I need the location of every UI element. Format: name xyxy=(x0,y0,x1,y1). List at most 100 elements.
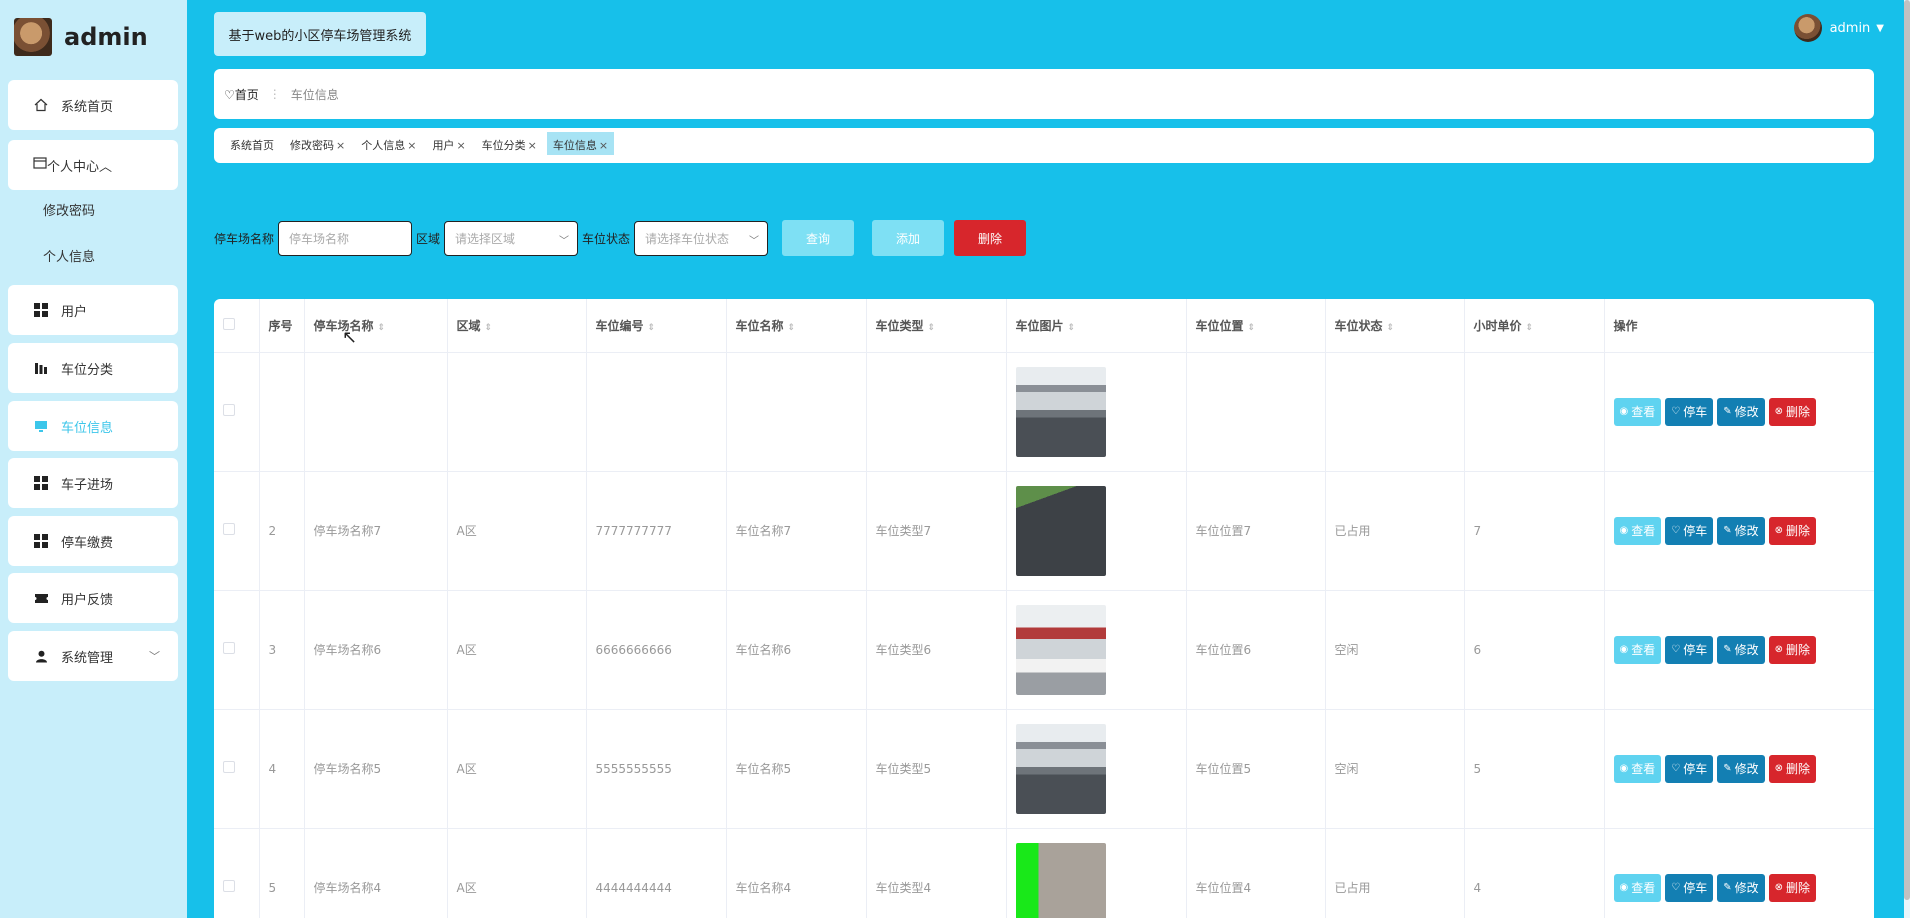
row-select-cell[interactable] xyxy=(214,590,260,710)
row-select-cell[interactable] xyxy=(214,471,260,591)
tab-password[interactable]: 修改密码 × xyxy=(284,135,351,155)
sidebar-item-personal[interactable]: 个人中心 ︿ xyxy=(8,140,178,190)
sidebar-item-label: 系统管理 xyxy=(61,650,114,666)
edit-button[interactable]: ✎ 修改 xyxy=(1717,635,1765,664)
park-button[interactable]: ♡ 停车 xyxy=(1665,873,1714,902)
cell-name: 停车场名称6 xyxy=(304,590,448,710)
user-menu[interactable]: admin ▼ xyxy=(1793,14,1884,42)
scrollbar-thumb[interactable] xyxy=(1904,0,1910,900)
sidebar-item-system[interactable]: 系统管理 ﹀ xyxy=(8,631,178,681)
cell-name xyxy=(304,352,448,472)
delete-button[interactable]: ⊗ 删除 xyxy=(1768,873,1817,902)
status-select[interactable]: 请选择车位状态 ﹀ xyxy=(634,220,769,256)
tab-users[interactable]: 用户 × xyxy=(426,135,471,155)
sort-icon[interactable]: ⇕ xyxy=(788,323,796,333)
table-row: 5 停车场名称4 A区 4444444444 车位名称4 车位类型4 车位位置4 已占用 4 ◉… xyxy=(214,828,1874,918)
park-button[interactable]: ♡ 停车 xyxy=(1665,635,1714,664)
sidebar-item-spot-category[interactable]: 车位分类 xyxy=(8,343,178,393)
view-button[interactable]: ◉ 查看 xyxy=(1613,635,1662,664)
park-button[interactable]: ♡ 停车 xyxy=(1665,754,1714,783)
checkbox[interactable] xyxy=(223,404,235,416)
edit-button[interactable]: ✎ 修改 xyxy=(1717,754,1765,783)
sidebar-item-feedback[interactable]: 用户反馈 xyxy=(8,573,178,623)
delete-button[interactable]: ⊗ 删除 xyxy=(1768,754,1817,783)
close-icon[interactable]: × xyxy=(528,139,537,152)
area-select[interactable]: 请选择区域 ﹀ xyxy=(444,220,579,256)
parking-name-input[interactable]: 停车场名称 xyxy=(278,220,413,256)
close-icon[interactable]: × xyxy=(336,139,345,152)
sort-icon[interactable]: ⇕ xyxy=(1248,323,1256,333)
col-header[interactable]: 车位名称 ⇕ xyxy=(726,299,867,353)
sidebar-item-home[interactable]: 系统首页 xyxy=(8,80,178,130)
cell-actions: ◉ 查看 ♡ 停车 ✎ 修改 ⊗ 删除 xyxy=(1604,828,1874,918)
view-button[interactable]: ◉ 查看 xyxy=(1613,873,1662,902)
checkbox[interactable] xyxy=(223,761,235,773)
user-name: admin xyxy=(1829,20,1871,36)
delete-button[interactable]: ⊗ 删除 xyxy=(1768,635,1817,664)
select-all-cell[interactable] xyxy=(214,299,260,353)
tab-profile[interactable]: 个人信息 × xyxy=(355,135,422,155)
sidebar-item-spot-info[interactable]: 车位信息 xyxy=(8,401,178,451)
col-header[interactable]: 车位图片 ⇕ xyxy=(1006,299,1187,353)
park-button[interactable]: ♡ 停车 xyxy=(1665,397,1714,426)
sort-icon[interactable]: ⇕ xyxy=(1526,323,1534,333)
sort-icon[interactable]: ⇕ xyxy=(1387,323,1395,333)
sort-icon[interactable]: ⇕ xyxy=(378,323,386,333)
checkbox[interactable] xyxy=(223,642,235,654)
batch-delete-button[interactable]: 删除 xyxy=(954,220,1027,256)
breadcrumb: ♡首页 ⋮ 车位信息 xyxy=(214,69,1874,119)
delete-button[interactable]: ⊗ 删除 xyxy=(1768,516,1817,545)
cell-code xyxy=(586,352,727,472)
sidebar-group-personal: 个人中心 ︿ 修改密码 个人信息 xyxy=(8,140,178,277)
close-icon[interactable]: × xyxy=(407,139,416,152)
row-select-cell[interactable] xyxy=(214,709,260,829)
sort-icon[interactable]: ⇕ xyxy=(1068,323,1076,333)
sidebar-subitem-password[interactable]: 修改密码 xyxy=(43,200,95,219)
query-button[interactable]: 查询 xyxy=(782,220,855,256)
sidebar-item-car-entry[interactable]: 车子进场 xyxy=(8,458,178,508)
row-select-cell[interactable] xyxy=(214,352,260,472)
col-header[interactable]: 小时单价 ⇕ xyxy=(1464,299,1605,353)
view-button[interactable]: ◉ 查看 xyxy=(1613,516,1662,545)
tab-home[interactable]: 系统首页 xyxy=(224,135,280,155)
edit-button[interactable]: ✎ 修改 xyxy=(1717,873,1765,902)
col-header[interactable]: 车位编号 ⇕ xyxy=(586,299,727,353)
edit-button[interactable]: ✎ 修改 xyxy=(1717,516,1765,545)
scrollbar[interactable] xyxy=(1904,0,1910,918)
sidebar-subitem-profile[interactable]: 个人信息 xyxy=(43,246,95,265)
breadcrumb-separator: ⋮ xyxy=(268,87,281,101)
park-button[interactable]: ♡ 停车 xyxy=(1665,516,1714,545)
col-header[interactable]: 停车场名称 ⇕ xyxy=(304,299,448,353)
heart-icon: ♡ xyxy=(224,87,235,102)
col-header[interactable]: 车位状态 ⇕ xyxy=(1325,299,1465,353)
sidebar-item-users[interactable]: 用户 xyxy=(8,285,178,335)
col-header[interactable]: 车位位置 ⇕ xyxy=(1186,299,1326,353)
tab-spot-info[interactable]: 车位信息 × xyxy=(546,132,615,155)
edit-button[interactable]: ✎ 修改 xyxy=(1717,397,1765,426)
breadcrumb-home[interactable]: ♡首页 xyxy=(224,86,259,103)
parking-spot-image[interactable] xyxy=(1015,723,1106,814)
checkbox[interactable] xyxy=(223,317,235,330)
close-icon[interactable]: × xyxy=(599,139,608,152)
sort-icon[interactable]: ⇕ xyxy=(648,323,656,333)
sidebar-item-payment[interactable]: 停车缴费 xyxy=(8,516,178,566)
close-icon[interactable]: × xyxy=(456,139,465,152)
row-select-cell[interactable] xyxy=(214,828,260,918)
parking-spot-image[interactable] xyxy=(1015,366,1106,457)
checkbox[interactable] xyxy=(223,880,235,892)
sort-icon[interactable]: ⇕ xyxy=(485,323,493,333)
delete-button[interactable]: ⊗ 删除 xyxy=(1768,397,1817,426)
sort-icon[interactable]: ⇕ xyxy=(928,323,936,333)
tab-spot-category[interactable]: 车位分类 × xyxy=(476,135,543,155)
cell-spot: 车位名称7 xyxy=(726,471,867,591)
add-button[interactable]: 添加 xyxy=(872,220,945,256)
col-header[interactable]: 车位类型 ⇕ xyxy=(866,299,1007,353)
parking-spot-image[interactable] xyxy=(1015,485,1106,576)
checkbox[interactable] xyxy=(223,523,235,535)
cell-price xyxy=(1464,352,1605,472)
col-header[interactable]: 区域 ⇕ xyxy=(447,299,587,353)
view-button[interactable]: ◉ 查看 xyxy=(1613,397,1662,426)
parking-spot-image[interactable] xyxy=(1015,842,1106,918)
view-button[interactable]: ◉ 查看 xyxy=(1613,754,1662,783)
parking-spot-image[interactable] xyxy=(1015,604,1106,695)
